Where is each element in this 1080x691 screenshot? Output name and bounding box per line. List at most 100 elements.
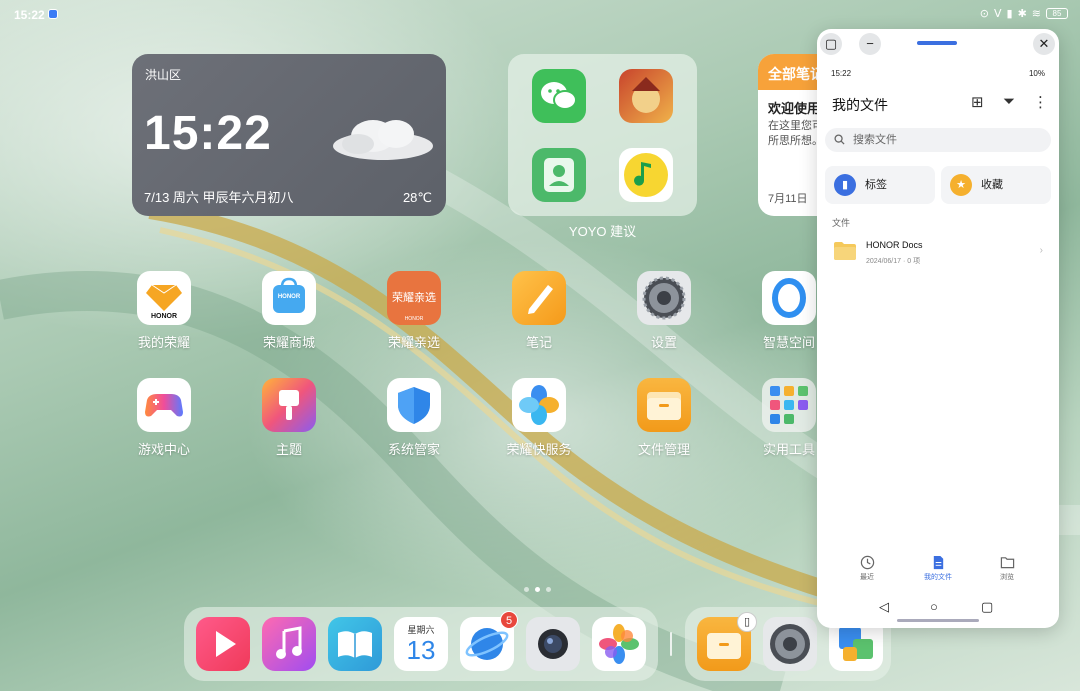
app-settings[interactable]: 设置 [614,271,714,351]
tools-folder-icon [762,378,816,432]
camera-icon[interactable] [526,617,580,671]
dock: 星期六 13 5 [184,607,658,681]
app-label: 设置 [650,335,677,350]
select-text: 荣耀亲选 [392,292,436,304]
close-button[interactable]: ✕ [1033,33,1055,55]
game-icon[interactable] [619,69,673,123]
app-label: 主题 [275,442,302,457]
status-indicators: ⊙ Ⅴ ▮ ✱ ≋ 85 [980,7,1068,20]
window-home-indicator[interactable] [897,619,979,622]
tab-browse[interactable]: 浏览 [982,555,1032,582]
app-honor-select[interactable]: 荣耀亲选 HONOR 荣耀亲选 [364,271,464,351]
widget-date: 7/13 周六 甲辰年六月初八 [144,190,294,205]
books-icon[interactable] [328,617,382,671]
page-title: 我的文件 [832,97,888,113]
music-player-icon[interactable] [262,617,316,671]
window-status-time: 15:22 [831,69,852,78]
weather-district: 洪山区 [145,68,182,82]
notes-icon [512,271,566,325]
folder-outline-icon [1000,557,1014,569]
nfc-icon: Ⅴ [993,8,1002,20]
app-label: 荣耀亲选 [387,335,440,350]
page-indicator [524,587,551,592]
home-nav-icon[interactable]: ○ [930,599,938,614]
new-folder-icon[interactable]: ⊞ [971,93,984,111]
list-item[interactable]: HONOR Docs 2024/06/17 · 0 项 › [825,239,1051,269]
floating-window-indicator-icon: ▯ [737,612,757,632]
window-title-bar[interactable]: ▢ − ✕ [817,29,1059,57]
status-time: 15:22 [14,8,45,22]
app-my-honor[interactable]: HONOR 我的荣耀 [114,271,214,351]
gamepad-icon [137,378,191,432]
app-honor-store[interactable]: HONOR 荣耀商城 [239,271,339,351]
page-dot [524,587,529,592]
contacts-icon[interactable] [532,148,586,202]
browser-icon[interactable]: 5 [460,611,518,671]
settings-recent-icon[interactable] [763,617,817,671]
search-input[interactable]: 搜索文件 [825,128,1051,152]
honor-diamond-icon: HONOR [137,271,191,325]
quick-service-icon [512,378,566,432]
wechat-icon[interactable] [532,69,586,123]
app-theme[interactable]: 主题 [239,378,339,458]
app-label: 系统管家 [387,442,440,457]
app-quick-service[interactable]: 荣耀快服务 [489,378,589,458]
minimize-button[interactable]: − [859,33,881,55]
document-icon [933,555,943,570]
clock-icon [860,555,874,570]
file-manager-recent-icon[interactable]: ▯ [697,612,757,671]
floating-file-window: ▢ − ✕ 15:22 10% 我的文件 ⊞ ⏷ ⋮ 搜索文件 ▮ 标签 ★ 收… [817,29,1059,628]
calendar-day: 13 [406,635,436,665]
clock-weather-widget[interactable]: 洪山区 15:22 7/13 周六 甲辰年六月初八 28℃ [132,54,446,216]
cloud-icon [333,120,433,160]
folder-meta: 2024/06/17 · 0 项 [866,258,921,265]
app-label: 文件管理 [637,442,690,457]
folder-icon [834,242,856,260]
folder-name: HONOR Docs [866,240,923,250]
video-player-icon[interactable] [196,617,250,671]
folder-icon [637,378,691,432]
app-notes[interactable]: 笔记 [489,271,589,351]
files-section-header: 文件 [832,218,851,228]
alarm-icon: ⊙ [979,8,989,20]
bluetooth-icon: ✱ [1017,8,1027,20]
tab-recent[interactable]: 最近 [842,555,892,582]
page-dot-active [535,587,540,592]
calendar-icon[interactable]: 星期六 13 [394,617,448,671]
app-system-manager[interactable]: 系统管家 [364,378,464,458]
more-icon[interactable]: ⋮ [1033,93,1048,111]
search-placeholder: 搜索文件 [853,134,897,146]
tab-my-files[interactable]: 我的文件 [913,555,963,582]
fullscreen-button[interactable]: ▢ [820,33,842,55]
select-wordmark: HONOR [404,316,424,322]
app-label: 游戏中心 [137,442,190,457]
search-icon [834,134,845,145]
smart-space-icon [762,271,816,325]
filter-icon[interactable]: ⏷ [1003,93,1015,110]
yoyo-suggestion-widget [508,54,697,216]
favorites-card[interactable]: ★ 收藏 [941,166,1051,204]
recents-nav-icon[interactable]: ▢ [981,599,993,615]
app-file-manager[interactable]: 文件管理 [614,378,714,458]
tags-label: 标签 [865,179,887,191]
back-nav-icon[interactable]: ◁ [879,599,889,615]
music-icon[interactable] [619,148,673,202]
yoyo-label: YOYO 建议 [568,224,637,239]
signal-icon: ▮ [1006,8,1013,20]
tags-card[interactable]: ▮ 标签 [825,166,935,204]
widget-temperature: 28℃ [402,190,432,205]
window-drag-handle[interactable] [917,41,957,45]
honor-wordmark: HONOR [150,313,178,320]
shield-icon [387,378,441,432]
settings-icon [637,271,691,325]
battery-icon: 85 [1046,8,1068,19]
page-dot [546,587,551,592]
gallery-icon[interactable] [592,617,646,671]
app-game-center[interactable]: 游戏中心 [114,378,214,458]
window-status-battery: 10% [1028,69,1045,78]
status-bar: 15:22 ⊙ Ⅴ ▮ ✱ ≋ 85 [0,0,1080,30]
app-label: 荣耀快服务 [506,442,572,457]
theme-brush-icon [262,378,316,432]
wifi-icon: ≋ [1031,8,1041,20]
tab-my-files-label: 我的文件 [924,574,952,581]
